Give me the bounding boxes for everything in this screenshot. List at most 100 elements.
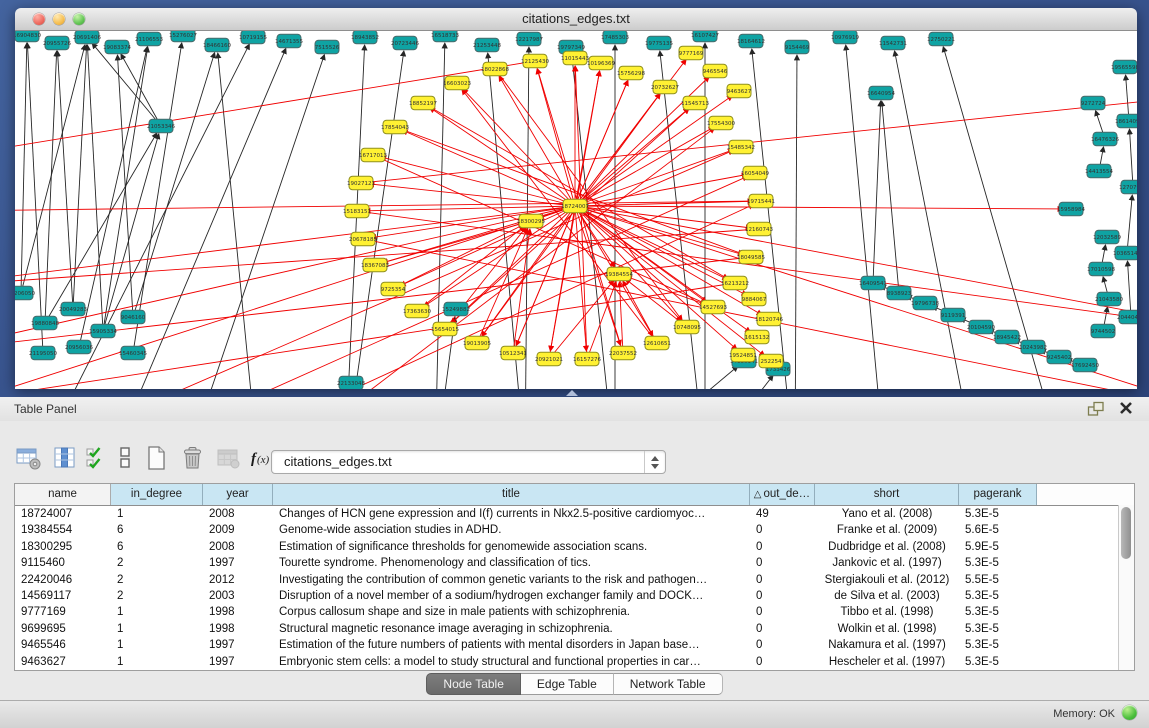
graph-node[interactable]: 16157276 — [573, 352, 601, 366]
graph-node[interactable]: 16213212 — [721, 276, 749, 290]
graph-node[interactable]: 11542731 — [879, 36, 907, 50]
graph-node[interactable]: 19027121 — [347, 176, 375, 190]
graph-node[interactable]: 1615132 — [745, 330, 770, 344]
graph-node[interactable]: 10719155 — [239, 31, 267, 44]
table-row[interactable]: 1872400712008Changes of HCN gene express… — [15, 506, 1134, 522]
graph-node[interactable]: 9744502 — [1091, 324, 1116, 338]
graph-node[interactable]: 16409541 — [859, 276, 887, 290]
graph-node[interactable]: 14671355 — [275, 34, 303, 48]
graph-node[interactable]: 21253448 — [473, 38, 501, 52]
graph-node[interactable]: 9046160 — [121, 310, 146, 324]
function-builder-icon[interactable]: f(x) — [250, 443, 272, 473]
table-selector-dropdown[interactable]: citations_edges.txt — [271, 450, 666, 474]
graph-node[interactable]: 14527693 — [699, 300, 727, 314]
graph-node[interactable]: 11545713 — [681, 96, 709, 110]
close-panel-icon[interactable] — [1119, 401, 1133, 418]
graph-node[interactable]: 16518733 — [431, 31, 459, 42]
graph-node[interactable]: 12160743 — [745, 222, 773, 236]
table-row[interactable]: 969969511998Structural magnetic resonanc… — [15, 621, 1134, 637]
graph-node[interactable]: 17010598 — [1087, 262, 1115, 276]
graph-node[interactable]: 12707946 — [1119, 180, 1137, 194]
graph-node[interactable]: 20440412 — [1117, 310, 1137, 324]
graph-node[interactable]: 19083374 — [103, 40, 131, 54]
column-header-year[interactable]: year — [203, 484, 273, 505]
graph-node[interactable]: 18049585 — [737, 250, 765, 264]
graph-node[interactable]: 9463627 — [727, 84, 752, 98]
graph-node[interactable]: 12610651 — [643, 336, 671, 350]
graph-node[interactable]: 10748095 — [673, 320, 701, 334]
tab-network-table[interactable]: Network Table — [614, 673, 723, 695]
graph-node[interactable]: 12217987 — [515, 32, 543, 46]
graph-node[interactable]: 21053346 — [147, 119, 175, 133]
column-header-title[interactable]: title — [273, 484, 750, 505]
graph-node[interactable]: 18164612 — [737, 34, 765, 48]
graph-node[interactable]: 15958984 — [1057, 202, 1085, 216]
graph-node[interactable]: 10365148 — [1113, 246, 1137, 260]
tab-edge-table[interactable]: Edge Table — [521, 673, 614, 695]
graph-node[interactable]: 21206050 — [15, 286, 35, 300]
column-header-short[interactable]: short — [815, 484, 959, 505]
graph-node[interactable]: 20104590 — [967, 320, 995, 334]
graph-node[interactable]: 16107427 — [691, 31, 719, 42]
graph-node[interactable]: 20732627 — [651, 80, 679, 94]
graph-node[interactable]: 9272724 — [1081, 96, 1106, 110]
graph-node[interactable]: 19013905 — [463, 336, 491, 350]
graph-node[interactable]: 9884067 — [742, 292, 767, 306]
network-canvas[interactable]: 1690483020955726206914061908337421106553… — [15, 31, 1137, 389]
graph-node[interactable]: 15460345 — [119, 346, 147, 360]
graph-node[interactable]: 252254 — [759, 354, 783, 368]
table-row[interactable]: 2242004622012Investigating the contribut… — [15, 572, 1134, 588]
graph-node[interactable]: 21043580 — [1095, 292, 1123, 306]
graph-node[interactable]: 17363630 — [403, 304, 431, 318]
graph-node[interactable]: 19565598 — [1111, 60, 1137, 74]
graph-node[interactable]: 16717013 — [359, 148, 387, 162]
graph-node[interactable]: 17692450 — [1071, 358, 1099, 372]
graph-node[interactable]: 9465546 — [703, 64, 728, 78]
graph-node[interactable]: 10196369 — [587, 56, 615, 70]
table-row[interactable]: 946362711997Embryonic stem cells: a mode… — [15, 654, 1134, 670]
select-columns-icon[interactable] — [86, 443, 108, 473]
graph-node[interactable]: 19880848 — [31, 316, 59, 330]
column-header-name[interactable]: name — [15, 484, 111, 505]
graph-node[interactable]: 18120746 — [755, 312, 783, 326]
graph-node[interactable]: 12032589 — [1093, 230, 1121, 244]
tab-node-table[interactable]: Node Table — [426, 673, 521, 695]
graph-node[interactable]: 10976919 — [831, 31, 859, 44]
table-settings-icon[interactable] — [14, 443, 44, 473]
graph-node[interactable]: 20956036 — [65, 340, 93, 354]
graph-node[interactable]: 14413554 — [1085, 164, 1113, 178]
graph-node[interactable]: 9119391 — [941, 308, 966, 322]
graph-node[interactable]: 15905334 — [89, 324, 117, 338]
graph-node[interactable]: 20678185 — [349, 232, 377, 246]
graph-node[interactable]: 15249882 — [442, 302, 470, 316]
graph-node[interactable]: 20921021 — [535, 352, 563, 366]
graph-node[interactable]: 9154469 — [785, 40, 810, 54]
table-row[interactable]: 1456911722003Disruption of a novel membe… — [15, 588, 1134, 604]
show-column-icon[interactable] — [50, 443, 80, 473]
table-row[interactable]: 1830029562008Estimation of significance … — [15, 539, 1134, 555]
graph-node[interactable]: 20955726 — [43, 36, 71, 50]
graph-node[interactable]: 19796738 — [911, 296, 939, 310]
graph-node[interactable]: 21195050 — [29, 346, 57, 360]
network-window-titlebar[interactable]: citations_edges.txt — [15, 8, 1137, 31]
graph-node[interactable]: 12750221 — [927, 32, 955, 46]
graph-node[interactable]: 7515526 — [315, 40, 340, 54]
column-header-in_degree[interactable]: in_degree — [111, 484, 203, 505]
graph-node[interactable]: 20723446 — [391, 36, 419, 50]
graph-node[interactable]: 15276027 — [169, 31, 197, 42]
graph-node[interactable]: 10512341 — [499, 346, 527, 360]
scrollbar-thumb[interactable] — [1121, 507, 1131, 559]
graph-node[interactable]: 22133048 — [337, 376, 365, 389]
graph-node[interactable]: 16603023 — [443, 76, 471, 90]
column-header-out_degree[interactable]: △out_de… — [750, 484, 815, 505]
graph-node[interactable]: 17554300 — [707, 116, 735, 130]
graph-node[interactable]: 18724007 — [561, 199, 589, 213]
table-row[interactable]: 946554611997Estimation of the future num… — [15, 637, 1134, 653]
graph-node[interactable]: 18022868 — [481, 62, 509, 76]
graph-node[interactable]: 9725354 — [381, 282, 406, 296]
graph-node[interactable]: 18614092 — [1115, 114, 1137, 128]
graph-node[interactable]: 19775135 — [645, 36, 673, 50]
graph-node[interactable]: 10243982 — [1019, 340, 1047, 354]
graph-node[interactable]: 17485303 — [601, 31, 629, 44]
graph-node[interactable]: 15485342 — [727, 140, 755, 154]
